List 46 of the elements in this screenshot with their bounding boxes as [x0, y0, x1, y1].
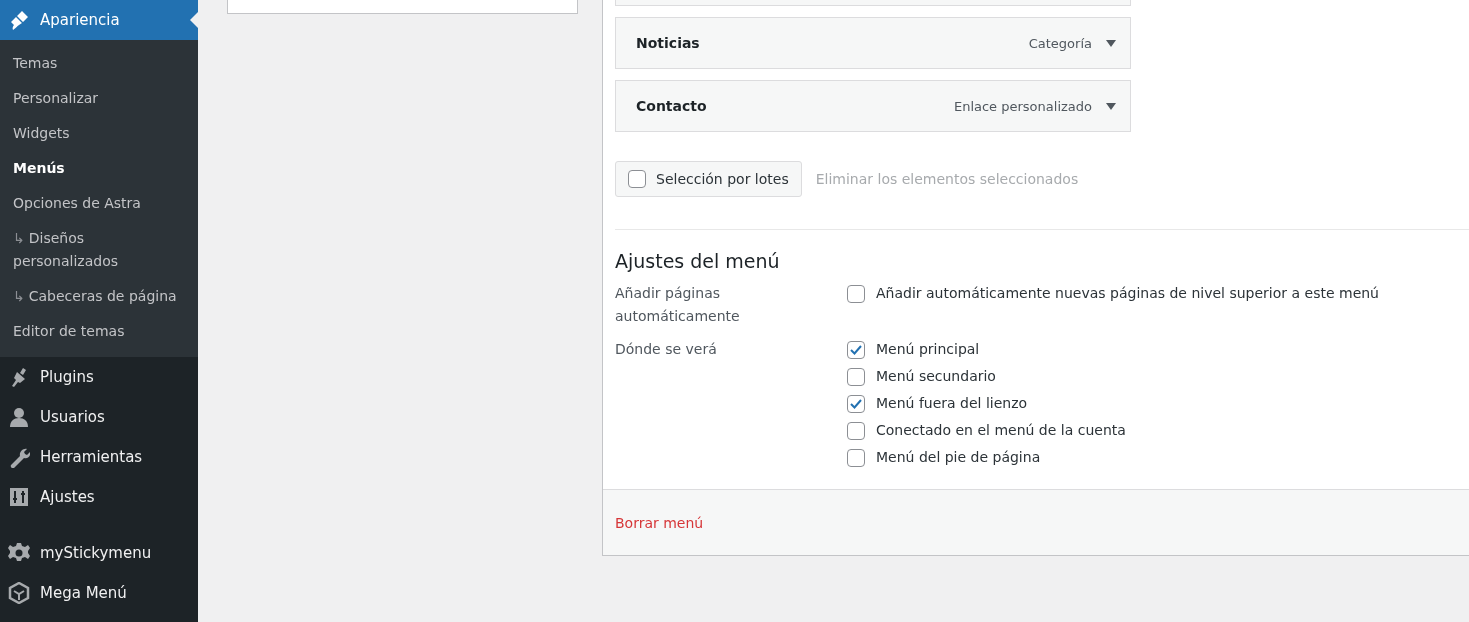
checkbox-label: Menú fuera del lienzo — [876, 394, 1028, 413]
checkbox[interactable] — [847, 448, 865, 467]
section-heading: Ajustes del menú — [615, 250, 781, 272]
delete-menu-link[interactable]: Borrar menú — [615, 514, 704, 531]
user-icon — [8, 406, 30, 428]
sidebar-item[interactable]: Apariencia — [0, 0, 198, 40]
caret-icon[interactable] — [1106, 39, 1116, 47]
checkbox-label: Menú principal — [876, 340, 980, 359]
menu-item-title: Contacto — [636, 98, 708, 114]
checkbox[interactable] — [628, 170, 646, 188]
setting-label: Añadir páginas automáticamente — [615, 284, 741, 326]
sidebar-item[interactable]: Plugins — [0, 357, 198, 397]
bulk-select-button[interactable]: Selección por lotes — [615, 161, 802, 197]
checkbox[interactable] — [847, 421, 865, 440]
caret-icon[interactable] — [1106, 102, 1116, 110]
menu-item-bar[interactable]: Contacto Enlace personalizado — [615, 80, 1131, 132]
menu-item-type: Enlace personalizado — [953, 98, 1092, 114]
sliders-icon — [8, 486, 30, 508]
sidebar-item[interactable]: myStickymenu — [0, 533, 198, 573]
checkbox-label: Menú del pie de página — [876, 448, 1041, 467]
checkbox-label: Menú secundario — [876, 367, 996, 386]
sidebar-item[interactable]: Mega Menú — [0, 573, 198, 613]
submenu-item[interactable]: ↳ Diseños personalizados — [0, 221, 198, 279]
sidebar-item[interactable]: Ajustes — [0, 477, 198, 517]
cube-icon — [8, 582, 30, 604]
menu-item-type: Categoría — [1028, 35, 1092, 51]
sidebar-item[interactable]: Usuarios — [0, 397, 198, 437]
checkbox[interactable] — [847, 394, 865, 413]
wrench-icon — [8, 446, 30, 468]
submenu-item[interactable]: Editor de temas — [0, 314, 198, 349]
submenu-item[interactable]: Temas — [0, 46, 198, 81]
checkbox-label: Conectado en el menú de la cuenta — [876, 421, 1126, 440]
checkbox[interactable] — [847, 367, 865, 386]
gear-icon — [8, 542, 30, 564]
sidebar-item[interactable]: Herramientas — [0, 437, 198, 477]
menu-item-title: Noticias — [636, 35, 701, 51]
submenu-item[interactable]: Menús — [0, 151, 198, 186]
setting-label: Dónde se verá — [615, 340, 718, 359]
submenu-item[interactable]: Widgets — [0, 116, 198, 151]
checkbox[interactable] — [847, 284, 865, 303]
submenu-item[interactable]: Opciones de Astra — [0, 186, 198, 221]
submenu-item[interactable]: Personalizar — [0, 81, 198, 116]
checkbox[interactable] — [847, 340, 865, 359]
submenu-item[interactable]: ↳ Cabeceras de página — [0, 279, 198, 314]
menu-item-bar[interactable]: Noticias Categoría — [615, 17, 1131, 69]
checkbox-label: Añadir automáticamente nuevas páginas de nivel superior a este menú — [876, 284, 1379, 303]
